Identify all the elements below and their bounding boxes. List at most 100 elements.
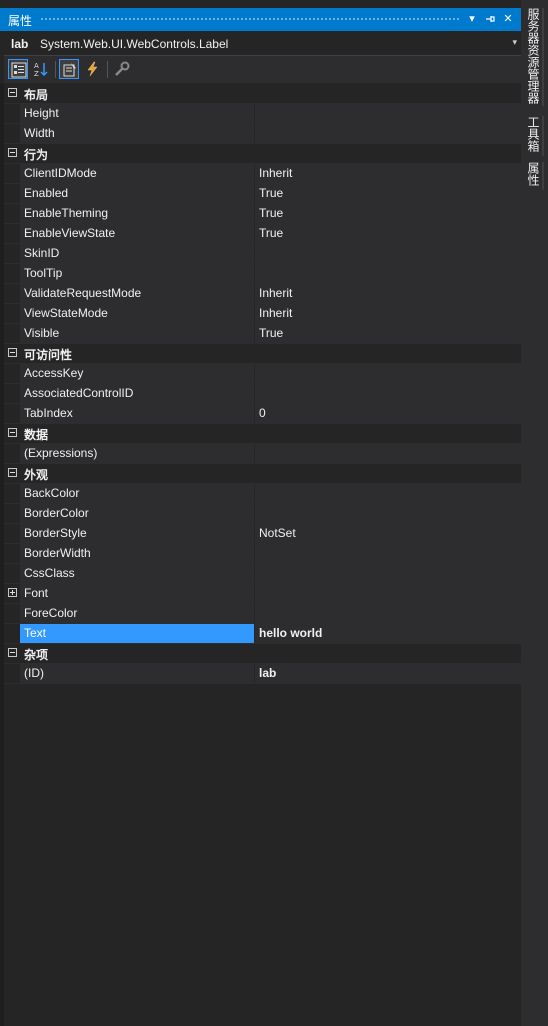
property-row[interactable]: EnableTheming True — [4, 204, 521, 224]
object-selector[interactable]: lab System.Web.UI.WebControls.Label ▾ — [4, 33, 521, 56]
property-row[interactable]: ClientIDMode Inherit — [4, 164, 521, 184]
property-row[interactable]: ViewStateMode Inherit — [4, 304, 521, 324]
property-row[interactable]: Text hello world — [4, 624, 521, 644]
property-row[interactable]: AccessKey — [4, 364, 521, 384]
property-row[interactable]: SkinID — [4, 244, 521, 264]
property-row[interactable]: Height — [4, 104, 521, 124]
property-value[interactable]: True — [255, 324, 521, 343]
property-value[interactable]: Inherit — [255, 164, 521, 183]
property-value[interactable] — [255, 384, 521, 403]
property-value[interactable]: 0 — [255, 404, 521, 423]
property-row[interactable]: TabIndex 0 — [4, 404, 521, 424]
category-row[interactable]: 外观 — [4, 464, 521, 484]
property-name[interactable]: ToolTip — [20, 264, 255, 283]
property-row[interactable]: Visible True — [4, 324, 521, 344]
property-name[interactable]: ValidateRequestMode — [20, 284, 255, 303]
collapse-icon[interactable] — [8, 428, 17, 437]
property-value[interactable]: True — [255, 224, 521, 243]
property-value[interactable]: True — [255, 184, 521, 203]
property-row[interactable]: (ID) lab — [4, 664, 521, 684]
property-name[interactable]: CssClass — [20, 564, 255, 583]
property-row[interactable]: AssociatedControlID — [4, 384, 521, 404]
property-value[interactable] — [255, 104, 521, 123]
category-row[interactable]: 数据 — [4, 424, 521, 444]
property-value[interactable] — [255, 544, 521, 563]
categorized-button[interactable] — [8, 59, 28, 79]
window-position-dropdown-button[interactable]: ▾ — [465, 11, 479, 27]
property-value[interactable] — [255, 584, 521, 603]
side-tab-server-explorer[interactable]: 服务器资源管理器 — [525, 8, 541, 104]
drag-grip[interactable] — [40, 17, 459, 22]
close-button[interactable]: ✕ — [501, 11, 515, 27]
collapse-icon[interactable] — [8, 648, 17, 657]
property-row[interactable]: ForeColor — [4, 604, 521, 624]
property-value[interactable] — [255, 364, 521, 383]
property-name[interactable]: ViewStateMode — [20, 304, 255, 323]
property-value[interactable]: hello world — [255, 624, 521, 643]
property-name[interactable]: Enabled — [20, 184, 255, 203]
property-row[interactable]: BorderWidth — [4, 544, 521, 564]
property-name[interactable]: EnableViewState — [20, 224, 255, 243]
events-button[interactable] — [83, 59, 103, 79]
property-name[interactable]: AssociatedControlID — [20, 384, 255, 403]
property-row[interactable]: BackColor — [4, 484, 521, 504]
property-name[interactable]: BackColor — [20, 484, 255, 503]
property-name[interactable]: SkinID — [20, 244, 255, 263]
property-name[interactable]: ForeColor — [20, 604, 255, 623]
property-value[interactable] — [255, 564, 521, 583]
property-value[interactable] — [255, 264, 521, 283]
property-name[interactable]: (ID) — [20, 664, 255, 683]
chevron-down-icon[interactable]: ▾ — [512, 37, 517, 48]
category-row[interactable]: 布局 — [4, 84, 521, 104]
property-value[interactable]: lab — [255, 664, 521, 683]
expand-icon[interactable] — [8, 588, 17, 597]
property-name[interactable]: BorderStyle — [20, 524, 255, 543]
side-tab-properties[interactable]: 属性 — [525, 162, 541, 186]
property-value[interactable] — [255, 124, 521, 143]
property-value[interactable] — [255, 484, 521, 503]
property-row[interactable]: ValidateRequestMode Inherit — [4, 284, 521, 304]
property-row[interactable]: Font — [4, 584, 521, 604]
property-name[interactable]: (Expressions) — [20, 444, 255, 463]
property-row[interactable]: (Expressions) — [4, 444, 521, 464]
category-row[interactable]: 可访问性 — [4, 344, 521, 364]
property-name[interactable]: ClientIDMode — [20, 164, 255, 183]
property-name[interactable]: Height — [20, 104, 255, 123]
property-name[interactable]: TabIndex — [20, 404, 255, 423]
category-row[interactable]: 杂项 — [4, 644, 521, 664]
property-name[interactable]: BorderColor — [20, 504, 255, 523]
property-name[interactable]: Text — [20, 624, 255, 643]
property-value[interactable] — [255, 244, 521, 263]
property-value[interactable]: NotSet — [255, 524, 521, 543]
panel-title-bar[interactable]: 属性 ▾ ✕ — [0, 8, 521, 31]
property-name[interactable]: Width — [20, 124, 255, 143]
property-value[interactable] — [255, 604, 521, 623]
property-name[interactable]: BorderWidth — [20, 544, 255, 563]
property-row[interactable]: EnableViewState True — [4, 224, 521, 244]
property-name[interactable]: Visible — [20, 324, 255, 343]
alphabetical-button[interactable]: A Z — [31, 59, 51, 79]
property-value[interactable]: Inherit — [255, 304, 521, 323]
auto-hide-pin-button[interactable] — [483, 11, 497, 27]
property-row[interactable]: Width — [4, 124, 521, 144]
properties-button[interactable] — [59, 59, 79, 79]
property-row[interactable]: BorderStyle NotSet — [4, 524, 521, 544]
property-name[interactable]: AccessKey — [20, 364, 255, 383]
side-tab-toolbox[interactable]: 工具箱 — [525, 116, 541, 152]
collapse-icon[interactable] — [8, 148, 17, 157]
property-row[interactable]: ToolTip — [4, 264, 521, 284]
property-name[interactable]: EnableTheming — [20, 204, 255, 223]
property-value[interactable]: True — [255, 204, 521, 223]
property-row[interactable]: Enabled True — [4, 184, 521, 204]
collapse-icon[interactable] — [8, 348, 17, 357]
collapse-icon[interactable] — [8, 468, 17, 477]
property-value[interactable] — [255, 504, 521, 523]
property-value[interactable]: Inherit — [255, 284, 521, 303]
property-pages-button[interactable] — [112, 59, 132, 79]
property-row[interactable]: BorderColor — [4, 504, 521, 524]
property-name[interactable]: Font — [20, 584, 255, 603]
property-row[interactable]: CssClass — [4, 564, 521, 584]
collapse-icon[interactable] — [8, 88, 17, 97]
category-row[interactable]: 行为 — [4, 144, 521, 164]
property-value[interactable] — [255, 444, 521, 463]
